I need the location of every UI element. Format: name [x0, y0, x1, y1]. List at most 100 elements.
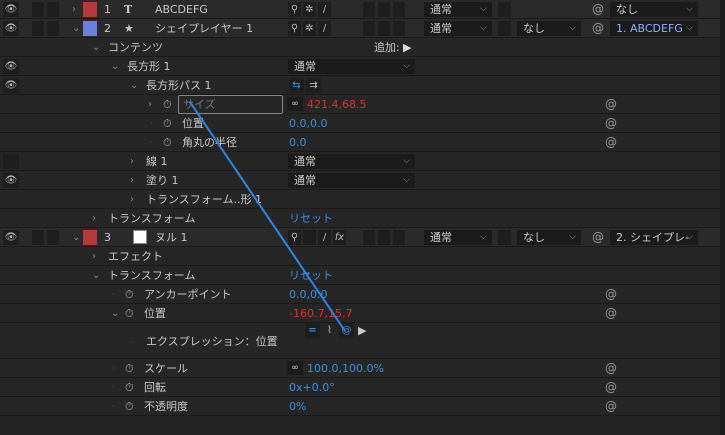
eye-toggle-off[interactable] — [3, 154, 19, 169]
pickwhip-icon[interactable]: @ — [592, 230, 604, 245]
solo-toggle[interactable] — [47, 230, 59, 245]
eye-icon[interactable]: 👁 — [3, 230, 19, 245]
rect-position-row[interactable]: · ⏱ 位置 0.0,0.0 @ — [0, 114, 720, 133]
pickwhip-icon[interactable]: @ — [605, 116, 617, 131]
rotation-value[interactable]: 0x+0.0° — [289, 380, 335, 395]
opacity-row[interactable]: · ⏱ 不透明度 0% @ — [0, 397, 720, 416]
reset-link[interactable]: リセット — [289, 268, 333, 283]
audio-toggle[interactable] — [32, 21, 44, 36]
chevron-down-icon[interactable]: ⌄ — [92, 40, 100, 55]
opacity-value[interactable]: 0% — [289, 399, 306, 414]
scale-row[interactable]: · ⏱ スケール ∞ 100.0,100.0% @ — [0, 359, 720, 378]
layer-row-2[interactable]: 👁 ⌄ 2 ★ シェイプレイヤー 1 ⚲ ✲ / 通常 ⌵ なし ⌵ @ 1. AB… — [0, 19, 720, 38]
enable-expression-icon[interactable]: = — [305, 323, 320, 338]
rect-position-value[interactable]: 0.0,0.0 — [289, 116, 327, 131]
fx-switch[interactable] — [363, 21, 375, 36]
eye-icon[interactable]: 👁 — [3, 59, 19, 74]
stopwatch-icon[interactable]: ⏱ — [125, 287, 134, 302]
eye-icon[interactable]: 👁 — [3, 21, 19, 36]
chevron-right-icon[interactable]: › — [130, 173, 134, 188]
blend-mode-select[interactable]: 通常 ⌵ — [424, 230, 492, 245]
fill-blend-select[interactable]: 通常 ⌵ — [288, 173, 415, 188]
label-color[interactable] — [83, 21, 97, 36]
add-play-icon[interactable]: ▶ — [403, 40, 411, 55]
3d-switch[interactable] — [393, 230, 405, 245]
3d-switch[interactable] — [393, 21, 405, 36]
shy-switch-icon[interactable]: ⚲ — [288, 2, 301, 17]
layer-name[interactable]: シェイプレイヤー 1 — [155, 21, 253, 36]
layer-name[interactable]: ヌル 1 — [155, 230, 188, 245]
pickwhip-icon[interactable]: @ — [605, 399, 617, 414]
layer-row-3[interactable]: 👁 ⌄ 3 ヌル 1 ⚲ / fx 通常 ⌵ なし ⌵ @ 2. シェイプレ- ⌵ — [0, 228, 720, 247]
scale-value[interactable]: 100.0,100.0% — [307, 361, 384, 376]
fx-switch[interactable] — [363, 2, 375, 17]
size-rename-field[interactable]: サイズ — [178, 95, 283, 114]
stroke-blend-select[interactable]: 通常 ⌵ — [288, 154, 415, 169]
reset-link[interactable]: リセット — [289, 211, 333, 226]
layer-name[interactable]: ABCDEFG — [155, 2, 208, 17]
expression-pickwhip-icon[interactable]: @ — [339, 323, 354, 338]
parent-select[interactable]: 2. シェイプレ- ⌵ — [610, 230, 698, 245]
label-color[interactable] — [83, 2, 97, 17]
stopwatch-icon[interactable]: ⏱ — [163, 116, 172, 131]
graph-icon[interactable]: ⌇ — [322, 323, 337, 338]
chevron-right-icon[interactable]: › — [92, 211, 96, 226]
rect-blend-select[interactable]: 通常 ⌵ — [288, 59, 415, 74]
track-matte-select[interactable]: なし ⌵ — [517, 21, 581, 36]
solo-toggle[interactable] — [47, 2, 59, 17]
pickwhip-icon[interactable]: @ — [605, 135, 617, 150]
pickwhip-icon[interactable]: @ — [605, 97, 617, 112]
chevron-down-icon[interactable]: ⌄ — [111, 306, 119, 321]
solo-toggle[interactable] — [47, 21, 59, 36]
shy-switch-icon[interactable]: ⚲ — [288, 21, 301, 36]
rect-row[interactable]: 👁 ⌄ 長方形 1 通常 ⌵ — [0, 57, 720, 76]
eye-icon[interactable]: 👁 — [3, 173, 19, 188]
roundness-row[interactable]: · ⏱ 角丸の半径 0.0 @ — [0, 133, 720, 152]
chevron-down-icon[interactable]: ⌄ — [72, 230, 80, 245]
contents-row[interactable]: ⌄ コンテンツ 追加: ▶ — [0, 38, 720, 57]
stopwatch-icon[interactable]: ⏱ — [125, 399, 134, 414]
stopwatch-icon[interactable]: ⏱ — [125, 306, 134, 321]
anchor-value[interactable]: 0.0,0.0 — [289, 287, 327, 302]
pickwhip-icon[interactable]: @ — [592, 21, 604, 36]
chevron-right-icon[interactable]: › — [72, 2, 76, 17]
expression-language-menu-icon[interactable]: ▶ — [358, 323, 366, 338]
chevron-down-icon[interactable]: ⌄ — [72, 21, 80, 36]
audio-toggle[interactable] — [32, 230, 44, 245]
stopwatch-icon[interactable]: ⏱ — [163, 97, 172, 112]
chevron-down-icon[interactable]: ⌄ — [111, 59, 119, 74]
quality-switch-icon[interactable]: / — [318, 230, 331, 245]
transform-row-layer2[interactable]: › トランスフォーム リセット — [0, 209, 720, 228]
fx-icon[interactable]: fx — [333, 230, 346, 245]
chevron-down-icon[interactable]: ⌄ — [92, 268, 100, 283]
size-value[interactable]: 421.4,68.5 — [307, 97, 366, 112]
stopwatch-icon[interactable]: ⏱ — [125, 380, 134, 395]
chevron-right-icon[interactable]: › — [130, 192, 134, 207]
position-row[interactable]: ⌄ ⏱ 位置 -160.7,15.7 @ — [0, 304, 720, 323]
layer-row-1[interactable]: 👁 › 1 T ABCDEFG ⚲ ✲ / 通常 ⌵ @ なし ⌵ — [0, 0, 720, 19]
size-row[interactable]: › ⏱ サイズ ∞ 421.4,68.5 @ — [0, 95, 720, 114]
parent-select[interactable]: なし ⌵ — [610, 2, 698, 17]
add-button[interactable]: 追加: — [374, 40, 400, 55]
rect-path-row[interactable]: 👁 ⌄ 長方形パス 1 ⇆ ⇉ — [0, 76, 720, 95]
blend-mode-select[interactable]: 通常 ⌵ — [424, 21, 492, 36]
preserve-transparency[interactable] — [498, 2, 511, 17]
pickwhip-icon[interactable]: @ — [605, 380, 617, 395]
path-direction-reverse-icon[interactable]: ⇆ — [289, 78, 304, 93]
motion-blur-switch[interactable] — [378, 230, 390, 245]
collapse-switch[interactable] — [303, 230, 316, 245]
shy-switch-icon[interactable]: ⚲ — [288, 230, 301, 245]
position-value[interactable]: -160.7,15.7 — [289, 306, 352, 321]
label-color[interactable] — [83, 230, 97, 245]
fx-switch[interactable] — [363, 230, 375, 245]
transform-rect-row[interactable]: › トランスフォーム..形 1 — [0, 190, 720, 209]
chevron-right-icon[interactable]: › — [92, 249, 96, 264]
preserve-transparency[interactable] — [498, 230, 511, 245]
collapse-switch-icon[interactable]: ✲ — [303, 21, 316, 36]
stopwatch-icon[interactable]: ⏱ — [125, 361, 134, 376]
stopwatch-icon[interactable]: ⏱ — [163, 135, 172, 150]
audio-toggle[interactable] — [32, 2, 44, 17]
motion-blur-switch[interactable] — [378, 21, 390, 36]
eye-icon[interactable]: 👁 — [3, 2, 19, 17]
stroke-row[interactable]: › 線 1 通常 ⌵ — [0, 152, 720, 171]
